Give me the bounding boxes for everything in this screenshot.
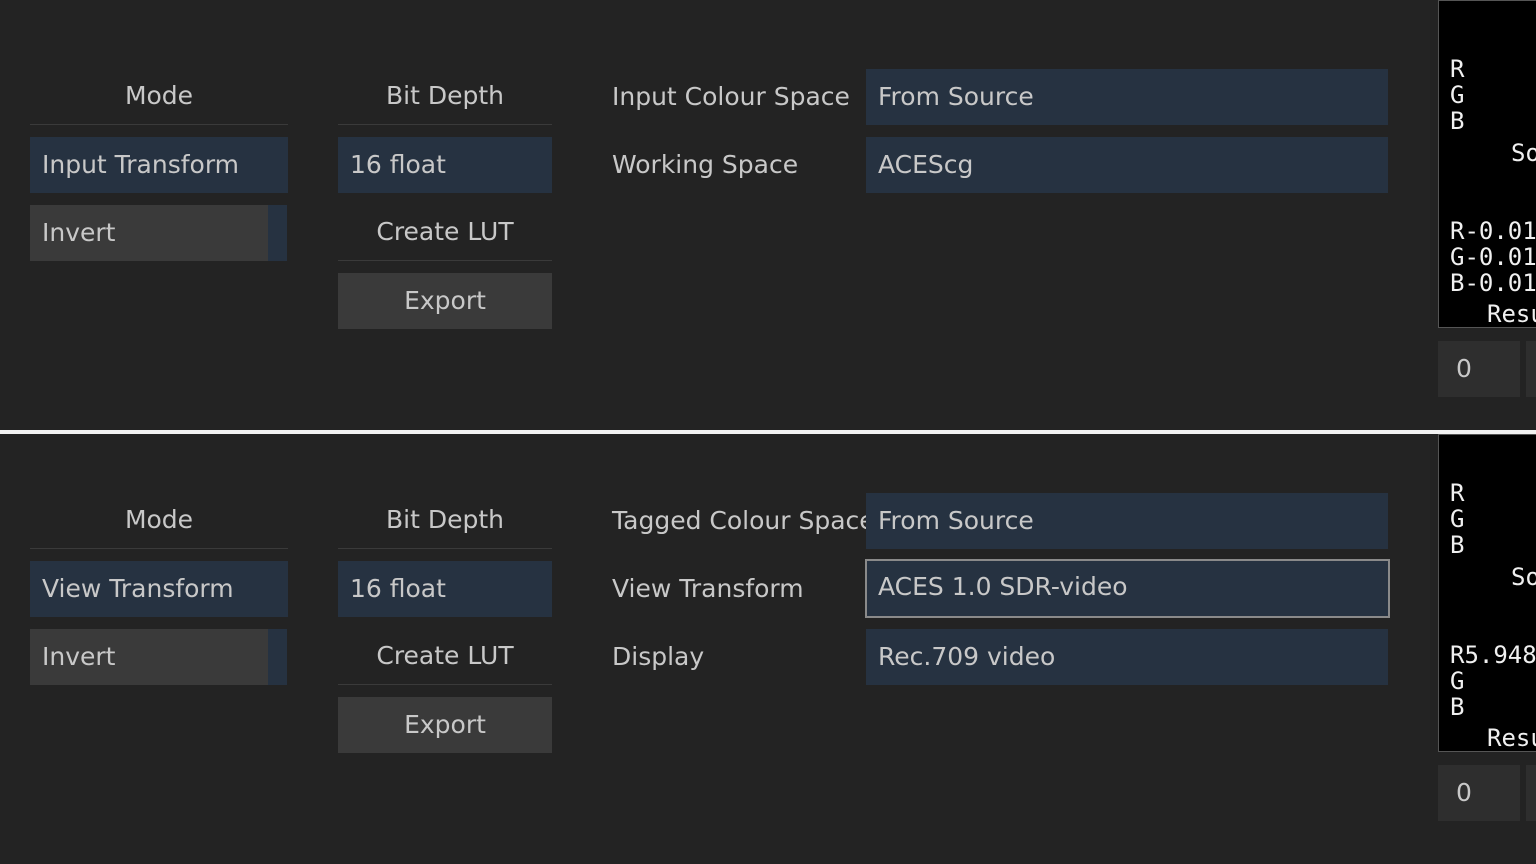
sample-number-field[interactable]: 0	[1438, 341, 1520, 397]
invert-toggle[interactable]: Invert	[30, 629, 287, 685]
readout-result-label: Resu	[1487, 724, 1536, 752]
display-dropdown[interactable]: Rec.709 video	[866, 629, 1388, 685]
bit-depth-dropdown[interactable]: 16 float	[338, 561, 552, 617]
bit-depth-header: Bit Depth	[338, 69, 552, 125]
sample-number-field[interactable]: 0	[1438, 765, 1520, 821]
view-transform-label: View Transform	[612, 574, 804, 603]
readout-source-label: Sour	[1511, 139, 1536, 167]
readout-g-value: G-0.014	[1450, 243, 1536, 271]
working-space-label: Working Space	[612, 150, 799, 179]
invert-toggle[interactable]: Invert	[30, 205, 287, 261]
readout-g-value: G	[1450, 667, 1465, 695]
invert-label: Invert	[42, 642, 116, 671]
bit-depth-dropdown[interactable]: 16 float	[338, 137, 552, 193]
invert-toggle-knob	[268, 205, 287, 261]
input-colour-space-label: Input Colour Space	[612, 82, 850, 111]
tagged-colour-space-label: Tagged Colour Space	[612, 506, 875, 535]
view-transform-dropdown[interactable]: ACES 1.0 SDR-video	[865, 559, 1390, 618]
create-lut-header: Create LUT	[338, 629, 552, 685]
readout-g-label: G	[1450, 505, 1465, 533]
readout-r-label: R	[1450, 479, 1465, 507]
pixel-readout: R G B Sour R-0.014 G-0.014 B-0.014 Resu	[1438, 0, 1536, 328]
mode-header: Mode	[30, 69, 288, 125]
input-transform-panel: Mode Input Transform Invert Bit Depth 16…	[0, 0, 1536, 430]
pixel-readout: R G B Sour R5.9485 G B Resu	[1438, 434, 1536, 752]
sample-number-field-2[interactable]	[1526, 341, 1536, 397]
readout-r-label: R	[1450, 55, 1465, 83]
create-lut-header: Create LUT	[338, 205, 552, 261]
readout-b-value: B	[1450, 693, 1465, 721]
invert-label: Invert	[42, 218, 116, 247]
readout-r-value: R5.9485	[1450, 641, 1536, 669]
readout-r-value: R-0.014	[1450, 217, 1536, 245]
readout-source-label: Sour	[1511, 563, 1536, 591]
mode-header: Mode	[30, 493, 288, 549]
readout-b-label: B	[1450, 107, 1465, 135]
export-button[interactable]: Export	[338, 273, 552, 329]
export-button[interactable]: Export	[338, 697, 552, 753]
view-transform-panel: Mode View Transform Invert Bit Depth 16 …	[0, 434, 1536, 864]
working-space-dropdown[interactable]: ACEScg	[866, 137, 1388, 193]
mode-dropdown[interactable]: Input Transform	[30, 137, 288, 193]
bit-depth-header: Bit Depth	[338, 493, 552, 549]
readout-b-value: B-0.014	[1450, 269, 1536, 297]
readout-result-label: Resu	[1487, 300, 1536, 328]
tagged-colour-space-dropdown[interactable]: From Source	[866, 493, 1388, 549]
display-label: Display	[612, 642, 705, 671]
readout-b-label: B	[1450, 531, 1465, 559]
sample-number-field-2[interactable]	[1526, 765, 1536, 821]
mode-dropdown[interactable]: View Transform	[30, 561, 288, 617]
invert-toggle-knob	[268, 629, 287, 685]
input-colour-space-dropdown[interactable]: From Source	[866, 69, 1388, 125]
readout-g-label: G	[1450, 81, 1465, 109]
